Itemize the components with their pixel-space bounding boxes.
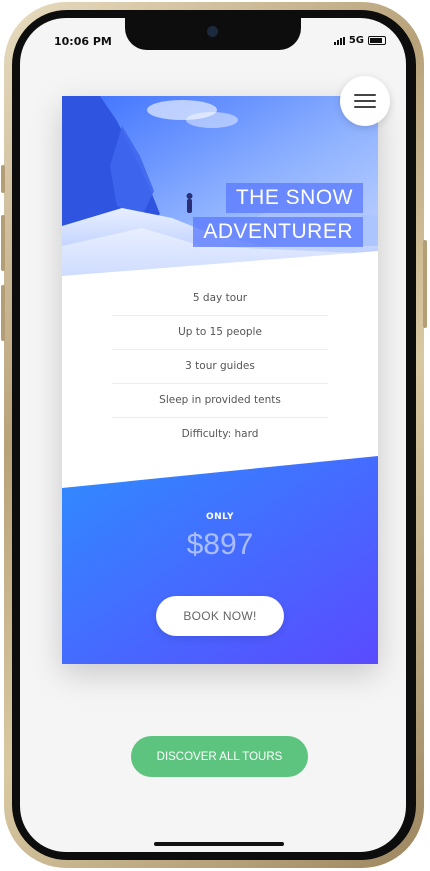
notch xyxy=(125,18,301,50)
battery-icon xyxy=(368,36,386,45)
volume-up-button xyxy=(1,215,5,271)
tour-card: THE SNOW ADVENTURER 5 day tour Up to 15 … xyxy=(62,96,378,664)
tour-title-line-2: ADVENTURER xyxy=(193,217,363,247)
status-icons: 5G xyxy=(333,35,386,46)
hamburger-menu-icon xyxy=(354,94,376,96)
signal-icon xyxy=(333,36,345,45)
mute-switch xyxy=(1,165,5,193)
menu-button[interactable] xyxy=(340,76,390,126)
price-value: $897 xyxy=(186,528,254,561)
status-time: 10:06 PM xyxy=(54,35,112,48)
discover-all-tours-button[interactable]: DISCOVER ALL TOURS xyxy=(131,736,308,777)
tour-title: THE SNOW ADVENTURER xyxy=(193,179,363,247)
features-list: 5 day tour Up to 15 people 3 tour guides… xyxy=(112,282,328,451)
home-indicator[interactable] xyxy=(154,842,284,846)
tour-title-line-1: THE SNOW xyxy=(225,183,363,213)
feature-item: Difficulty: hard xyxy=(181,428,259,440)
feature-item: 5 day tour xyxy=(112,282,328,316)
feature-item: Sleep in provided tents xyxy=(112,384,328,418)
book-now-button[interactable]: BOOK NOW! xyxy=(156,596,284,636)
feature-item: Up to 15 people xyxy=(112,316,328,350)
power-button xyxy=(423,240,427,328)
price-prefix: ONLY xyxy=(205,512,235,522)
camera-icon xyxy=(207,26,218,37)
network-label: 5G xyxy=(348,35,364,46)
screen: 10:06 PM 5G THE SNOW ADVENTURER 5 day to… xyxy=(20,18,406,852)
feature-item: 3 tour guides xyxy=(112,350,328,384)
phone-frame: 10:06 PM 5G THE SNOW ADVENTURER 5 day to… xyxy=(1,2,427,868)
volume-down-button xyxy=(1,285,5,341)
